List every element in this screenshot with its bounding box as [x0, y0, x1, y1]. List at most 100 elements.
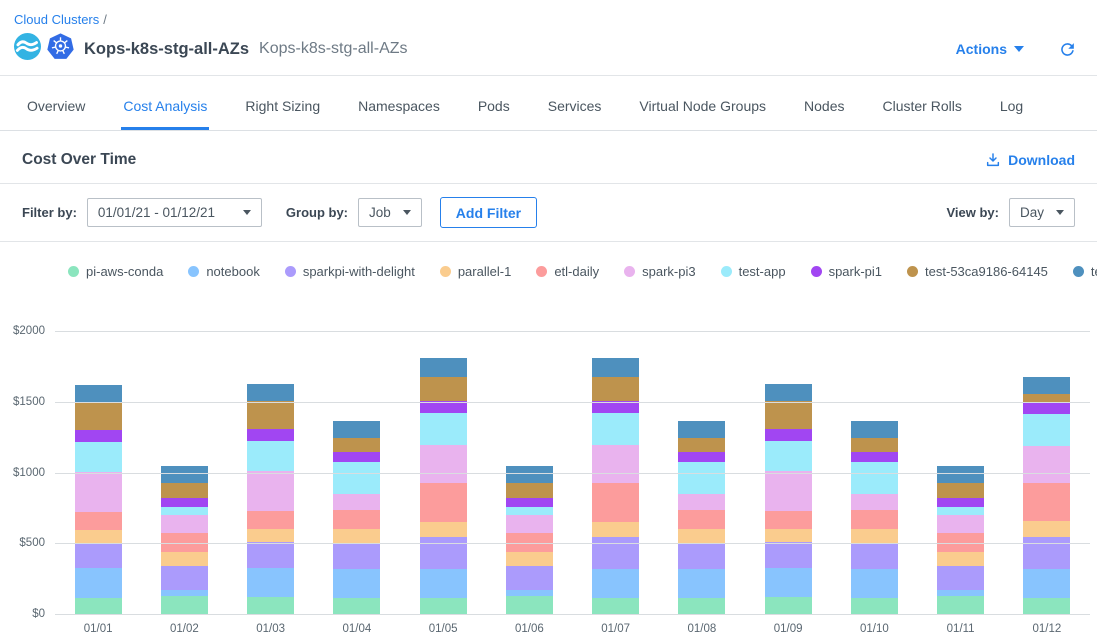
actions-button[interactable]: Actions: [956, 41, 1024, 57]
legend-item-test-app[interactable]: test-app: [721, 264, 786, 279]
legend-item-sparkpi-with-delight[interactable]: sparkpi-with-delight: [285, 264, 415, 279]
add-filter-button[interactable]: Add Filter: [440, 197, 537, 228]
kubernetes-icon: [47, 33, 74, 65]
tab-services[interactable]: Services: [546, 90, 604, 130]
bar-segment-parallel-1: [333, 529, 380, 543]
bar-segment-test-pkix: [333, 421, 380, 439]
legend-item-etl-daily[interactable]: etl-daily: [536, 264, 599, 279]
tab-overview[interactable]: Overview: [25, 90, 87, 130]
bar-segment-parallel-1: [161, 552, 208, 566]
tab-right-sizing[interactable]: Right Sizing: [243, 90, 322, 130]
header-divider: [0, 75, 1097, 76]
x-axis-label: 01/09: [765, 623, 812, 634]
bar-segment-notebook: [592, 569, 639, 598]
bar-segment-spark-pi3: [765, 471, 812, 511]
tab-cluster-rolls[interactable]: Cluster Rolls: [880, 90, 963, 130]
bar-segment-test-53ca9186-64145: [937, 483, 984, 498]
tab-cost-analysis[interactable]: Cost Analysis: [121, 90, 209, 130]
view-by-select[interactable]: Day: [1009, 198, 1075, 227]
tab-namespaces[interactable]: Namespaces: [356, 90, 442, 130]
x-axis-label: 01/05: [420, 623, 467, 634]
legend-item-spark-pi1[interactable]: spark-pi1: [811, 264, 882, 279]
tab-pods[interactable]: Pods: [476, 90, 512, 130]
bar-segment-pi-aws-conda: [678, 598, 725, 615]
bar-segment-sparkpi-with-delight: [1023, 537, 1070, 570]
legend-item-pi-aws-conda[interactable]: pi-aws-conda: [68, 264, 163, 279]
legend-label: parallel-1: [458, 264, 511, 279]
date-range-select[interactable]: 01/01/21 - 01/12/21: [87, 198, 262, 227]
tab-nodes[interactable]: Nodes: [802, 90, 846, 130]
bar-segment-spark-pi1: [161, 498, 208, 507]
bar-segment-notebook: [75, 568, 122, 598]
legend-item-notebook[interactable]: notebook: [188, 264, 260, 279]
bar-segment-etl-daily: [765, 511, 812, 529]
chevron-down-icon: [1056, 210, 1064, 215]
legend-item-test-pkix[interactable]: test-pkix: [1073, 264, 1097, 279]
bar-segment-sparkpi-with-delight: [851, 543, 898, 569]
date-range-value: 01/01/21 - 01/12/21: [98, 205, 215, 220]
download-label: Download: [1008, 152, 1075, 168]
bar-segment-etl-daily: [420, 483, 467, 522]
download-button[interactable]: Download: [985, 152, 1075, 168]
view-by-value: Day: [1020, 205, 1044, 220]
tab-log[interactable]: Log: [998, 90, 1025, 130]
bar-segment-test-pkix: [592, 358, 639, 377]
stacked-bar-01/08: [678, 421, 725, 615]
legend-label: notebook: [206, 264, 260, 279]
x-axis-label: 01/12: [1023, 623, 1070, 634]
bar-segment-test-53ca9186-64145: [678, 438, 725, 452]
refresh-button[interactable]: [1058, 40, 1077, 59]
bar-segment-test-pkix: [247, 384, 294, 401]
bar-segment-etl-daily: [851, 510, 898, 529]
bar-segment-spark-pi3: [937, 515, 984, 533]
bar-segment-test-pkix: [161, 466, 208, 483]
section-title: Cost Over Time: [22, 151, 136, 169]
x-axis-label: 01/02: [161, 623, 208, 634]
bar-segment-spark-pi1: [765, 429, 812, 441]
gridline-500: $500: [55, 543, 1090, 544]
legend-dot: [68, 266, 79, 277]
group-by-select[interactable]: Job: [358, 198, 422, 227]
gridline-2000: $2000: [55, 331, 1090, 332]
legend-item-parallel-1[interactable]: parallel-1: [440, 264, 511, 279]
y-axis-tick-label: $500: [19, 537, 45, 549]
x-axis-label: 01/01: [75, 623, 122, 634]
stacked-bar-01/06: [506, 466, 553, 615]
bar-segment-spark-pi1: [247, 429, 294, 441]
x-axis-label: 01/11: [937, 623, 984, 634]
stacked-bar-01/02: [161, 466, 208, 615]
legend-item-spark-pi3[interactable]: spark-pi3: [624, 264, 695, 279]
tab-virtual-node-groups[interactable]: Virtual Node Groups: [637, 90, 768, 130]
bar-segment-spark-pi1: [333, 452, 380, 462]
group-by-label: Group by:: [286, 205, 348, 220]
bar-segment-parallel-1: [851, 529, 898, 543]
bar-segment-spark-pi3: [75, 472, 122, 512]
filter-by-label: Filter by:: [22, 205, 77, 220]
x-axis-label: 01/08: [678, 623, 725, 634]
section-header: Cost Over Time Download: [0, 131, 1097, 183]
bar-segment-parallel-1: [937, 552, 984, 566]
bar-segment-test-app: [75, 442, 122, 472]
gridline-1000: $1000: [55, 473, 1090, 474]
y-axis-tick-label: $1000: [13, 467, 45, 479]
legend-item-test-53ca9186-64145[interactable]: test-53ca9186-64145: [907, 264, 1048, 279]
bar-segment-pi-aws-conda: [1023, 598, 1070, 615]
legend-label: etl-daily: [554, 264, 599, 279]
bar-segment-test-53ca9186-64145: [851, 438, 898, 452]
legend-dot: [1073, 266, 1084, 277]
breadcrumb-link-cloud-clusters[interactable]: Cloud Clusters: [14, 12, 99, 27]
bar-segment-test-app: [247, 441, 294, 471]
refresh-icon: [1058, 40, 1077, 59]
bar-segment-test-app: [506, 507, 553, 515]
x-axis-labels: 01/0101/0201/0301/0401/0501/0601/0701/08…: [55, 615, 1090, 634]
bar-segment-notebook: [678, 569, 725, 598]
legend-label: test-app: [739, 264, 786, 279]
bar-segment-sparkpi-with-delight: [247, 542, 294, 567]
legend-label: pi-aws-conda: [86, 264, 163, 279]
bar-segment-test-53ca9186-64145: [420, 377, 467, 402]
bar-segment-test-pkix: [420, 358, 467, 377]
bar-segment-test-pkix: [937, 466, 984, 483]
bar-segment-test-53ca9186-64145: [592, 377, 639, 402]
bar-segment-notebook: [851, 569, 898, 598]
bar-segment-etl-daily: [75, 512, 122, 530]
